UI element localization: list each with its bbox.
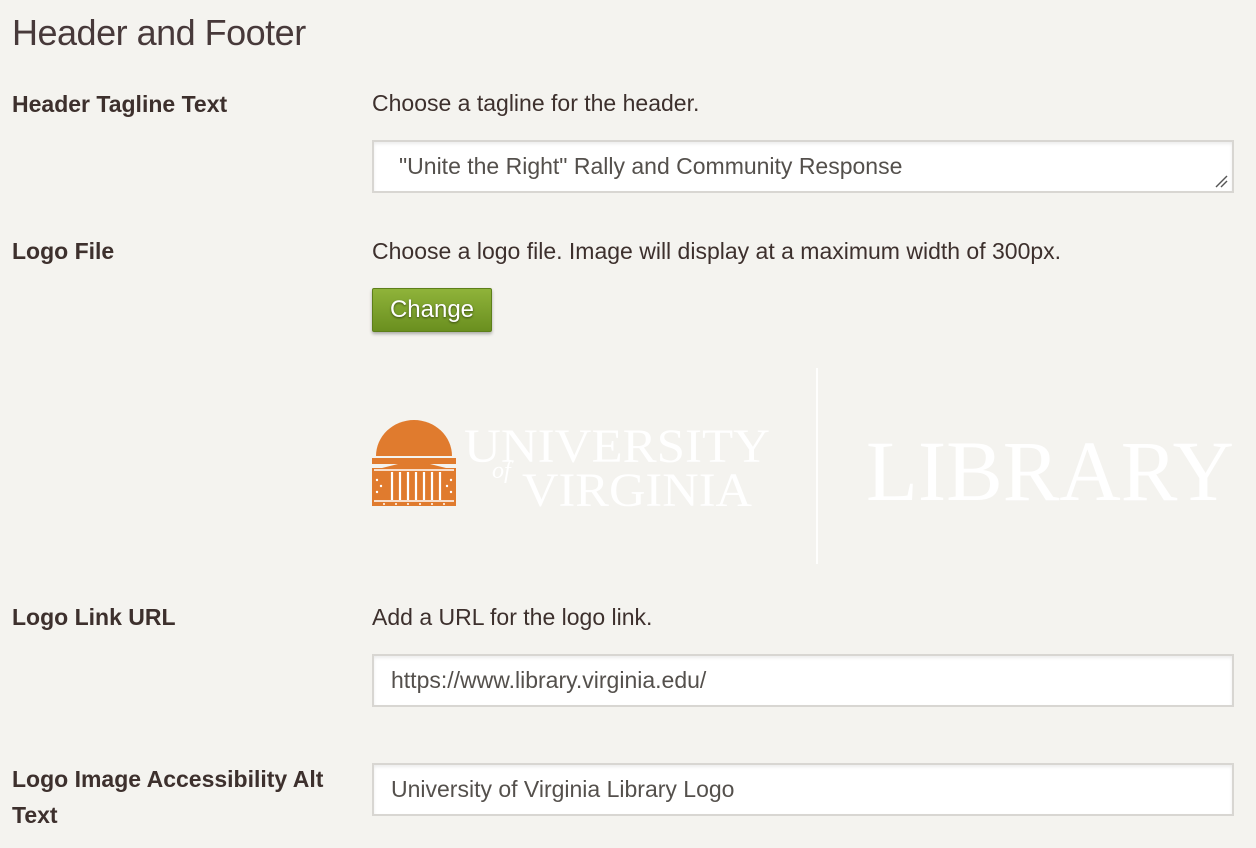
logo-alt-value: University of Virginia Library Logo: [391, 776, 735, 802]
logo-file-description: Choose a logo file. Image will display a…: [372, 238, 1062, 264]
uva-wordmark: UNIVERSITY of VIRGINIA: [464, 420, 770, 516]
library-wordmark: LIBRARY: [866, 424, 1234, 504]
logo-alt-label: Logo Image Accessibility Alt Text: [12, 766, 324, 828]
tagline-label: Header Tagline Text: [12, 91, 228, 117]
logo-link-input[interactable]: https://www.library.virginia.edu/: [372, 654, 1234, 707]
logo-preview: UNIVERSITY of VIRGINIA LIBRARY: [372, 368, 1236, 564]
tagline-description: Choose a tagline for the header.: [372, 90, 700, 116]
logo-link-label: Logo Link URL: [12, 604, 176, 630]
change-logo-button[interactable]: Change: [372, 288, 492, 332]
logo-link-value: https://www.library.virginia.edu/: [391, 667, 707, 693]
logo-link-description: Add a URL for the logo link.: [372, 604, 653, 630]
logo-alt-input[interactable]: University of Virginia Library Logo: [372, 763, 1234, 816]
svg-text:VIRGINIA: VIRGINIA: [522, 464, 752, 516]
logo-divider: [816, 368, 818, 564]
logo-file-label: Logo File: [12, 238, 115, 264]
tagline-textarea[interactable]: "Unite the Right" Rally and Community Re…: [372, 140, 1234, 193]
tagline-value: "Unite the Right" Rally and Community Re…: [399, 153, 903, 179]
resize-handle-icon[interactable]: [1214, 174, 1228, 188]
svg-text:LIBRARY: LIBRARY: [866, 424, 1234, 504]
rotunda-icon: [372, 420, 456, 506]
section-title: Header and Footer: [12, 12, 306, 53]
